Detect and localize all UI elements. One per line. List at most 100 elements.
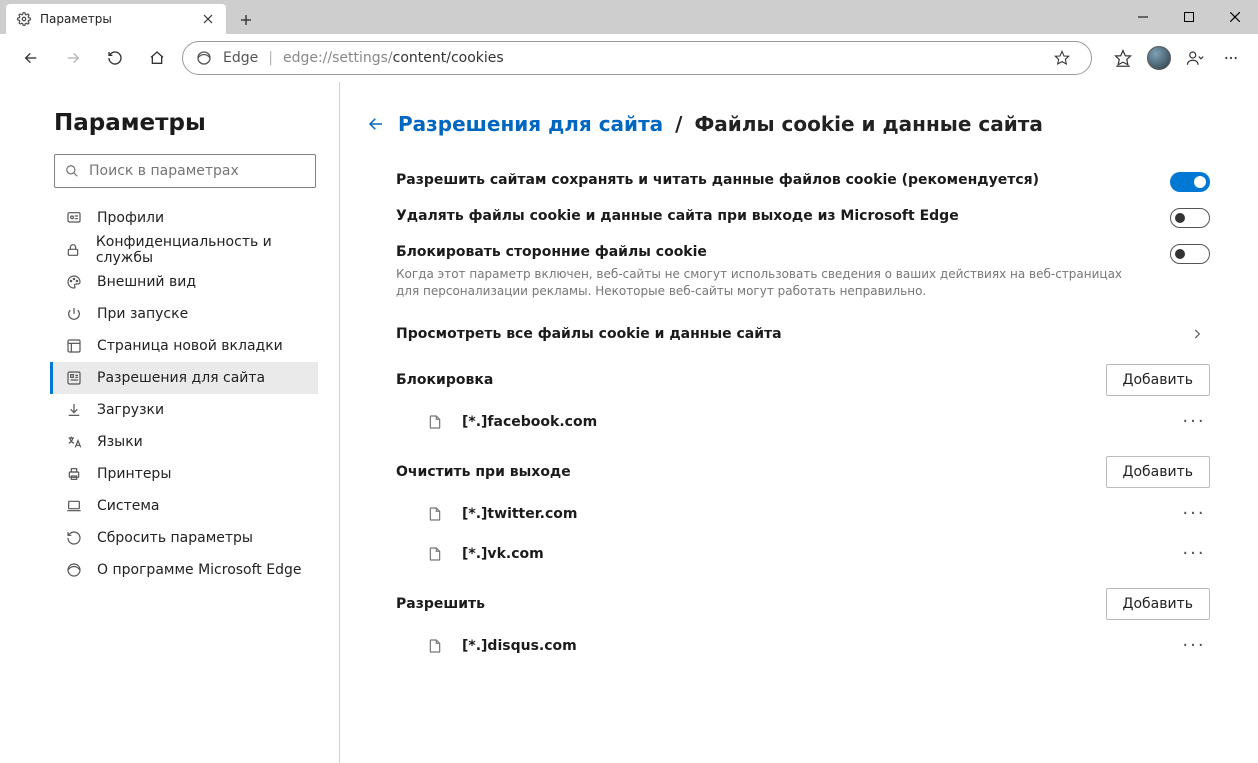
sidebar-item-system[interactable]: Система — [50, 490, 318, 522]
sidebar-item-new-tab-page[interactable]: Страница новой вкладки — [50, 330, 318, 362]
titlebar: Параметры — [0, 0, 1258, 34]
settings-search[interactable] — [54, 154, 316, 188]
search-icon — [65, 164, 79, 178]
sidebar-item-on-startup[interactable]: При запуске — [50, 298, 318, 330]
section-title: Очистить при выходе — [396, 464, 571, 480]
breadcrumb-back-button[interactable] — [366, 114, 386, 134]
nav-refresh-button[interactable] — [98, 41, 132, 75]
settings-main-panel: Разрешения для сайта / Файлы cookie и да… — [340, 82, 1258, 763]
sidebar-item-languages[interactable]: Языки — [50, 426, 318, 458]
sidebar-item-site-permissions[interactable]: Разрешения для сайта — [50, 362, 318, 394]
sidebar-item-downloads[interactable]: Загрузки — [50, 394, 318, 426]
section-block-header: Блокировка Добавить — [366, 350, 1210, 402]
setting-label: Разрешить сайтам сохранять и читать данн… — [396, 172, 1039, 188]
site-actions-button[interactable]: ··· — [1178, 630, 1210, 662]
toggle-clear-on-exit[interactable] — [1170, 208, 1210, 228]
toggle-allow-cookies[interactable] — [1170, 172, 1210, 192]
browser-toolbar: Edge | edge://settings/content/cookies — [0, 34, 1258, 82]
setting-clear-on-exit: Удалять файлы cookie и данные сайта при … — [366, 200, 1210, 236]
breadcrumb-current: Файлы cookie и данные сайта — [694, 112, 1042, 136]
sidebar-item-label: Система — [97, 498, 159, 514]
toggle-block-thirdparty[interactable] — [1170, 244, 1210, 264]
sidebar-divider — [339, 82, 340, 763]
nav-forward-button[interactable] — [56, 41, 90, 75]
sidebar-item-label: Страница новой вкладки — [97, 338, 283, 354]
settings-sidebar: Параметры Профили Конфиденциальность и с… — [0, 82, 340, 763]
file-icon — [426, 635, 444, 657]
site-domain: [*.]vk.com — [462, 546, 1178, 562]
setting-allow-cookies: Разрешить сайтам сохранять и читать данн… — [366, 164, 1210, 200]
section-title: Блокировка — [396, 372, 493, 388]
site-actions-button[interactable]: ··· — [1178, 406, 1210, 438]
favorite-star-icon[interactable] — [1045, 41, 1079, 75]
nav-home-button[interactable] — [140, 41, 174, 75]
address-separator: | — [268, 50, 273, 66]
edge-icon — [65, 561, 83, 579]
sidebar-item-profiles[interactable]: Профили — [50, 202, 318, 234]
site-domain: [*.]disqus.com — [462, 638, 1178, 654]
tab-close-button[interactable] — [200, 11, 216, 27]
sidebar-nav: Профили Конфиденциальность и службы Внеш… — [50, 202, 320, 586]
section-clear-header: Очистить при выходе Добавить — [366, 442, 1210, 494]
breadcrumb: Разрешения для сайта / Файлы cookie и да… — [366, 112, 1210, 136]
sidebar-item-appearance[interactable]: Внешний вид — [50, 266, 318, 298]
sidebar-item-label: Профили — [97, 210, 164, 226]
sidebar-item-about[interactable]: О программе Microsoft Edge — [50, 554, 318, 586]
add-allow-button[interactable]: Добавить — [1106, 588, 1210, 620]
setting-block-thirdparty: Блокировать сторонние файлы cookie Когда… — [366, 236, 1210, 308]
breadcrumb-parent-link[interactable]: Разрешения для сайта — [398, 112, 663, 136]
edge-logo-icon — [195, 49, 213, 67]
sidebar-item-privacy[interactable]: Конфиденциальность и службы — [50, 234, 318, 266]
window-maximize-button[interactable] — [1166, 0, 1212, 34]
setting-label: Просмотреть все файлы cookie и данные са… — [396, 326, 782, 342]
file-icon — [426, 503, 444, 525]
site-domain: [*.]twitter.com — [462, 506, 1178, 522]
site-item: [*.]facebook.com ··· — [366, 402, 1210, 442]
setting-see-all-cookies[interactable]: Просмотреть все файлы cookie и данные са… — [366, 318, 1210, 350]
app-menu-button[interactable] — [1214, 41, 1248, 75]
add-block-button[interactable]: Добавить — [1106, 364, 1210, 396]
nav-back-button[interactable] — [14, 41, 48, 75]
feedback-button[interactable] — [1178, 41, 1212, 75]
sidebar-item-label: При запуске — [97, 306, 188, 322]
section-title: Разрешить — [396, 596, 485, 612]
file-icon — [426, 411, 444, 433]
site-item: [*.]disqus.com ··· — [366, 626, 1210, 666]
setting-label: Удалять файлы cookie и данные сайта при … — [396, 208, 959, 224]
permissions-icon — [65, 369, 83, 387]
sidebar-item-reset[interactable]: Сбросить параметры — [50, 522, 318, 554]
section-allow-header: Разрешить Добавить — [366, 574, 1210, 626]
sidebar-item-label: Языки — [97, 434, 143, 450]
profile-avatar[interactable] — [1142, 41, 1176, 75]
gear-icon — [16, 11, 32, 27]
grid-page-icon — [65, 337, 83, 355]
power-icon — [65, 305, 83, 323]
window-close-button[interactable] — [1212, 0, 1258, 34]
settings-search-input[interactable] — [89, 163, 305, 179]
setting-description: Когда этот параметр включен, веб-сайты н… — [396, 266, 1136, 300]
browser-tab[interactable]: Параметры — [6, 4, 226, 34]
site-domain: [*.]facebook.com — [462, 414, 1178, 430]
sidebar-item-label: Сбросить параметры — [97, 530, 253, 546]
printer-icon — [65, 465, 83, 483]
setting-label: Блокировать сторонние файлы cookie — [396, 244, 1136, 260]
profile-icon — [65, 209, 83, 227]
site-item: [*.]twitter.com ··· — [366, 494, 1210, 534]
address-bar[interactable]: Edge | edge://settings/content/cookies — [182, 41, 1092, 75]
sidebar-item-label: Принтеры — [97, 466, 171, 482]
file-icon — [426, 543, 444, 565]
sidebar-title: Параметры — [54, 110, 320, 136]
site-actions-button[interactable]: ··· — [1178, 538, 1210, 570]
window-minimize-button[interactable] — [1120, 0, 1166, 34]
add-clear-button[interactable]: Добавить — [1106, 456, 1210, 488]
site-item: [*.]vk.com ··· — [366, 534, 1210, 574]
new-tab-button[interactable] — [232, 6, 260, 34]
tab-title: Параметры — [40, 12, 192, 26]
lock-icon — [65, 241, 82, 259]
tab-strip: Параметры — [0, 0, 260, 34]
favorites-button[interactable] — [1106, 41, 1140, 75]
breadcrumb-separator: / — [675, 112, 682, 136]
site-actions-button[interactable]: ··· — [1178, 498, 1210, 530]
chevron-right-icon — [1190, 327, 1210, 341]
sidebar-item-printers[interactable]: Принтеры — [50, 458, 318, 490]
